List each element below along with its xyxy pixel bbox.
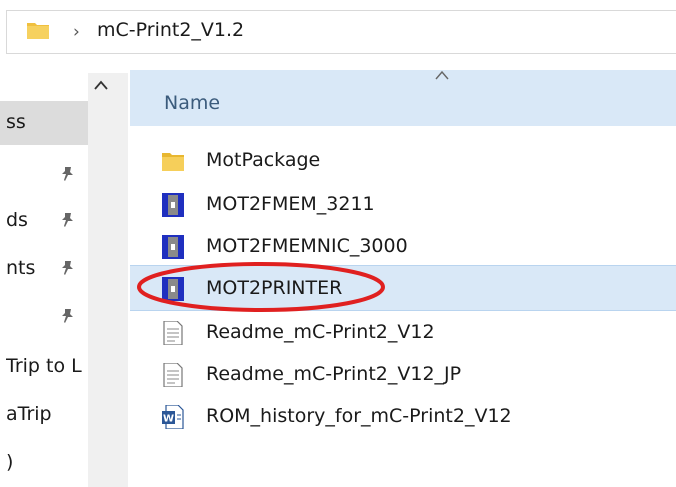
navigation-pane: ss ds nts Trip to L aTrip ): [0, 65, 128, 487]
list-item[interactable]: Readme_mC-Print2_V12: [130, 313, 676, 351]
nav-item-quick-access[interactable]: ss: [0, 101, 88, 145]
nav-item-desktop[interactable]: [0, 153, 88, 197]
column-header-label: Name: [164, 92, 221, 114]
nav-item-pictures[interactable]: [0, 295, 88, 339]
sort-ascending-icon: [435, 70, 449, 80]
application-icon: [162, 235, 184, 259]
scroll-up-icon[interactable]: [93, 79, 109, 91]
nav-scrollbar[interactable]: [88, 73, 128, 487]
application-icon: [162, 277, 184, 301]
nav-item-documents[interactable]: nts: [0, 247, 88, 291]
list-item-selected[interactable]: MOT2PRINTER: [130, 265, 676, 311]
list-item[interactable]: W ROM_history_for_mC-Print2_V12: [130, 397, 676, 435]
text-document-icon: [163, 321, 183, 345]
pin-icon: [62, 261, 73, 275]
nav-item-atrip-folder[interactable]: aTrip: [0, 393, 88, 437]
nav-item-truncated[interactable]: ): [0, 441, 88, 485]
nav-item-downloads[interactable]: ds: [0, 199, 88, 243]
svg-text:W: W: [163, 414, 174, 425]
address-bar[interactable]: › mC-Print2_V1.2: [6, 10, 676, 54]
pin-icon: [62, 309, 73, 323]
nav-item-trip-folder[interactable]: Trip to L: [0, 345, 88, 389]
folder-icon: [162, 153, 184, 171]
list-item[interactable]: Readme_mC-Print2_V12_JP: [130, 355, 676, 393]
application-icon: [162, 193, 184, 217]
pin-icon: [62, 167, 73, 181]
text-document-icon: [163, 363, 183, 387]
breadcrumb-current-folder[interactable]: mC-Print2_V1.2: [97, 19, 244, 41]
file-list: Name MotPackage MOT2FMEM_3211 MOT2FMEMNI…: [130, 65, 676, 487]
list-item[interactable]: MOT2FMEMNIC_3000: [130, 227, 676, 265]
pin-icon: [62, 213, 73, 227]
word-document-icon: W: [162, 405, 184, 429]
breadcrumb-chevron-icon[interactable]: ›: [73, 22, 80, 42]
column-header-name[interactable]: Name: [130, 70, 676, 126]
list-item[interactable]: MOT2FMEM_3211: [130, 185, 676, 223]
folder-icon: [27, 23, 49, 39]
list-item[interactable]: MotPackage: [130, 141, 676, 179]
